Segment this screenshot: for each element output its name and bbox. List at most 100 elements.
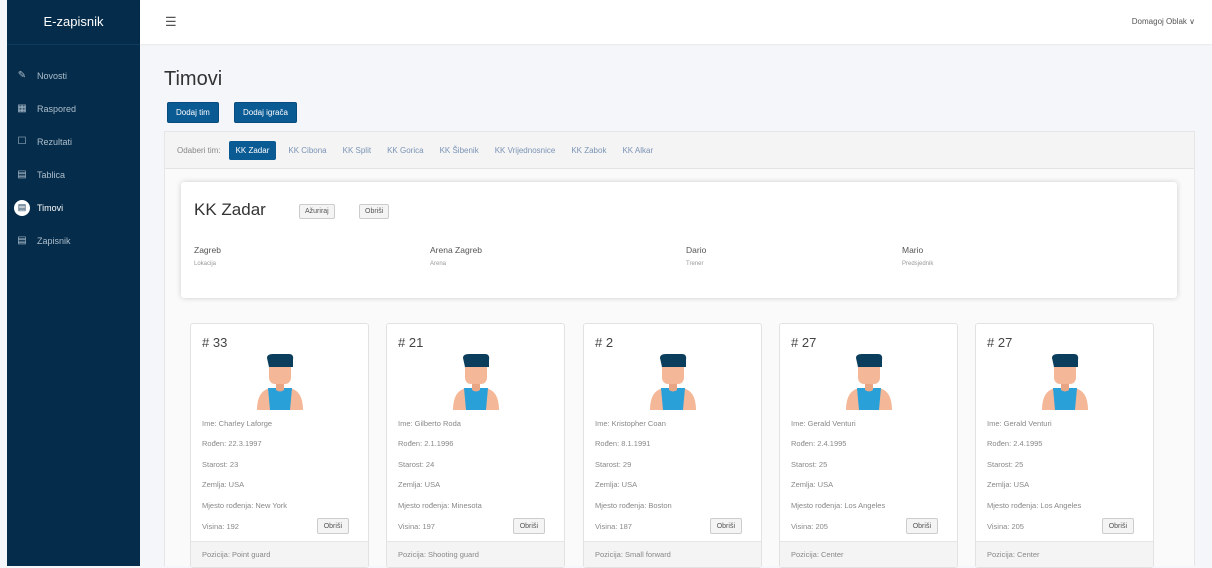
player-card: # 21 Ime: Gilberto Roda Rođen: 2.1.1996 …	[386, 323, 565, 568]
tab-kk-alkar[interactable]: KK Alkar	[622, 146, 653, 155]
sidebar-nav: ✎ Novosti ▦ Raspored ☐ Rezultati ▤ Tabli…	[7, 59, 140, 257]
player-birthplace: Mjesto rođenja: Minesota	[398, 501, 482, 510]
player-height: Visina: 205	[791, 522, 828, 531]
player-number: # 33	[202, 335, 228, 350]
info-label: Trener	[686, 261, 704, 267]
document-icon: ▤	[14, 199, 30, 216]
update-team-button[interactable]: Ažuriraj	[299, 204, 335, 219]
sidebar-item-novosti[interactable]: ✎ Novosti	[7, 59, 140, 92]
player-country: Zemlja: USA	[987, 480, 1030, 489]
hamburger-icon[interactable]: ☰	[165, 14, 177, 30]
player-avatar-icon	[1042, 354, 1088, 410]
player-name: Ime: Charley Laforge	[202, 419, 273, 428]
delete-team-button[interactable]: Obriši	[359, 204, 390, 219]
sidebar-item-zapisnik[interactable]: ▤ Zapisnik	[7, 224, 140, 257]
player-position: Pozicija: Shooting guard	[387, 541, 564, 567]
player-card: # 27 Ime: Gerald Venturi Rođen: 2.4.1995…	[975, 323, 1154, 568]
player-age: Starost: 25	[987, 460, 1024, 469]
tab-kk-split[interactable]: KK Split	[343, 146, 371, 155]
player-position: Pozicija: Center	[976, 541, 1153, 567]
delete-player-button[interactable]: Obriši	[1101, 518, 1134, 534]
player-avatar-icon	[453, 354, 499, 410]
player-birthplace: Mjesto rođenja: Boston	[595, 501, 672, 510]
player-name: Ime: Gerald Venturi	[987, 419, 1052, 428]
info-value: Dario	[686, 245, 707, 255]
info-value: Mario	[902, 245, 924, 255]
sidebar-item-tablica[interactable]: ▤ Tablica	[7, 158, 140, 191]
document-icon: ▤	[17, 169, 27, 180]
player-age: Starost: 25	[791, 460, 828, 469]
player-birthplace: Mjesto rođenja: New York	[202, 501, 288, 510]
edit-icon: ☐	[17, 136, 27, 147]
player-card: # 27 Ime: Gerald Venturi Rođen: 2.4.1995…	[779, 323, 958, 568]
player-name: Ime: Gerald Venturi	[791, 419, 856, 428]
player-number: # 27	[987, 335, 1013, 350]
player-position: Pozicija: Small forward	[584, 541, 761, 567]
info-label: Predsjednik	[902, 261, 934, 267]
player-height: Visina: 197	[398, 522, 435, 531]
player-birthplace: Mjesto rođenja: Los Angeles	[791, 501, 886, 510]
delete-player-button[interactable]: Obriši	[512, 518, 545, 534]
player-born: Rođen: 2.4.1995	[987, 439, 1043, 448]
add-team-button[interactable]: Dodaj tim	[167, 102, 219, 123]
team-info-location: Zagreb Lokacija	[194, 245, 221, 267]
tab-kk-zadar[interactable]: KK Zadar	[228, 140, 277, 160]
player-age: Starost: 24	[398, 460, 435, 469]
player-country: Zemlja: USA	[595, 480, 638, 489]
sidebar-item-label: Rezultati	[37, 136, 73, 147]
player-born: Rođen: 2.1.1996	[398, 439, 454, 448]
tab-kk-cibona[interactable]: KK Cibona	[288, 146, 326, 155]
tab-kk-zabok[interactable]: KK Zabok	[571, 146, 606, 155]
info-label: Lokacija	[194, 261, 217, 267]
team-name: KK Zadar	[194, 200, 266, 219]
player-country: Zemlja: USA	[791, 480, 834, 489]
tab-kk-vrijednosnice[interactable]: KK Vrijednosnice	[495, 146, 556, 155]
delete-player-button[interactable]: Obriši	[905, 518, 938, 534]
player-number: # 2	[595, 335, 614, 350]
player-card: # 2 Ime: Kristopher Coan Rođen: 8.1.1991…	[583, 323, 762, 568]
tabs-label: Odaberi tim:	[177, 145, 221, 155]
main-content: Timovi Dodaj tim Dodaj igrača Odaberi ti…	[140, 44, 1212, 568]
page-title: Timovi	[164, 68, 223, 90]
player-country: Zemlja: USA	[202, 480, 245, 489]
player-card: # 33 Ime: Charley Laforge Rođen: 22.3.19…	[190, 323, 369, 568]
info-label: Arena	[430, 261, 447, 267]
sidebar-item-label: Timovi	[37, 202, 64, 213]
player-name: Ime: Gilberto Roda	[398, 419, 461, 428]
sidebar-item-label: Raspored	[37, 103, 77, 114]
brand-title[interactable]: E-zapisnik	[7, 0, 140, 45]
player-country: Zemlja: USA	[398, 480, 441, 489]
add-player-button[interactable]: Dodaj igrača	[234, 102, 297, 123]
player-number: # 21	[398, 335, 424, 350]
delete-player-button[interactable]: Obriši	[316, 518, 349, 534]
player-name: Ime: Kristopher Coan	[595, 419, 666, 428]
player-avatar-icon	[650, 354, 696, 410]
delete-player-button[interactable]: Obriši	[709, 518, 742, 534]
player-position: Pozicija: Center	[780, 541, 957, 567]
tab-kk-sibenik[interactable]: KK Šibenik	[440, 146, 479, 155]
calendar-icon: ▦	[17, 103, 27, 114]
info-value: Zagreb	[194, 245, 221, 255]
player-born: Rođen: 22.3.1997	[202, 439, 262, 448]
player-born: Rođen: 8.1.1991	[595, 439, 651, 448]
sidebar-item-timovi[interactable]: ▤ Timovi	[7, 191, 140, 224]
tab-kk-gorica[interactable]: KK Gorica	[387, 146, 423, 155]
team-info-president: Mario Predsjednik	[902, 245, 933, 267]
sidebar-item-raspored[interactable]: ▦ Raspored	[7, 92, 140, 125]
player-age: Starost: 23	[202, 460, 239, 469]
team-info-coach: Dario Trener	[686, 245, 706, 267]
sidebar-item-rezultati[interactable]: ☐ Rezultati	[7, 125, 140, 158]
pencil-icon: ✎	[17, 70, 27, 81]
team-tabs-panel: Odaberi tim: KK Zadar KK Cibona KK Split…	[164, 131, 1195, 568]
player-avatar-icon	[846, 354, 892, 410]
sidebar-item-label: Zapisnik	[37, 235, 71, 246]
team-tabs: Odaberi tim: KK Zadar KK Cibona KK Split…	[165, 132, 1194, 169]
player-birthplace: Mjesto rođenja: Los Angeles	[987, 501, 1082, 510]
info-value: Arena Zagreb	[430, 245, 482, 255]
player-avatar-icon	[257, 354, 303, 410]
player-age: Starost: 29	[595, 460, 632, 469]
player-born: Rođen: 2.4.1995	[791, 439, 847, 448]
sidebar-item-label: Tablica	[37, 169, 66, 180]
user-menu[interactable]: Domagoj Oblak ∨	[1132, 17, 1195, 26]
top-bar: ☰ Domagoj Oblak ∨	[140, 0, 1212, 44]
